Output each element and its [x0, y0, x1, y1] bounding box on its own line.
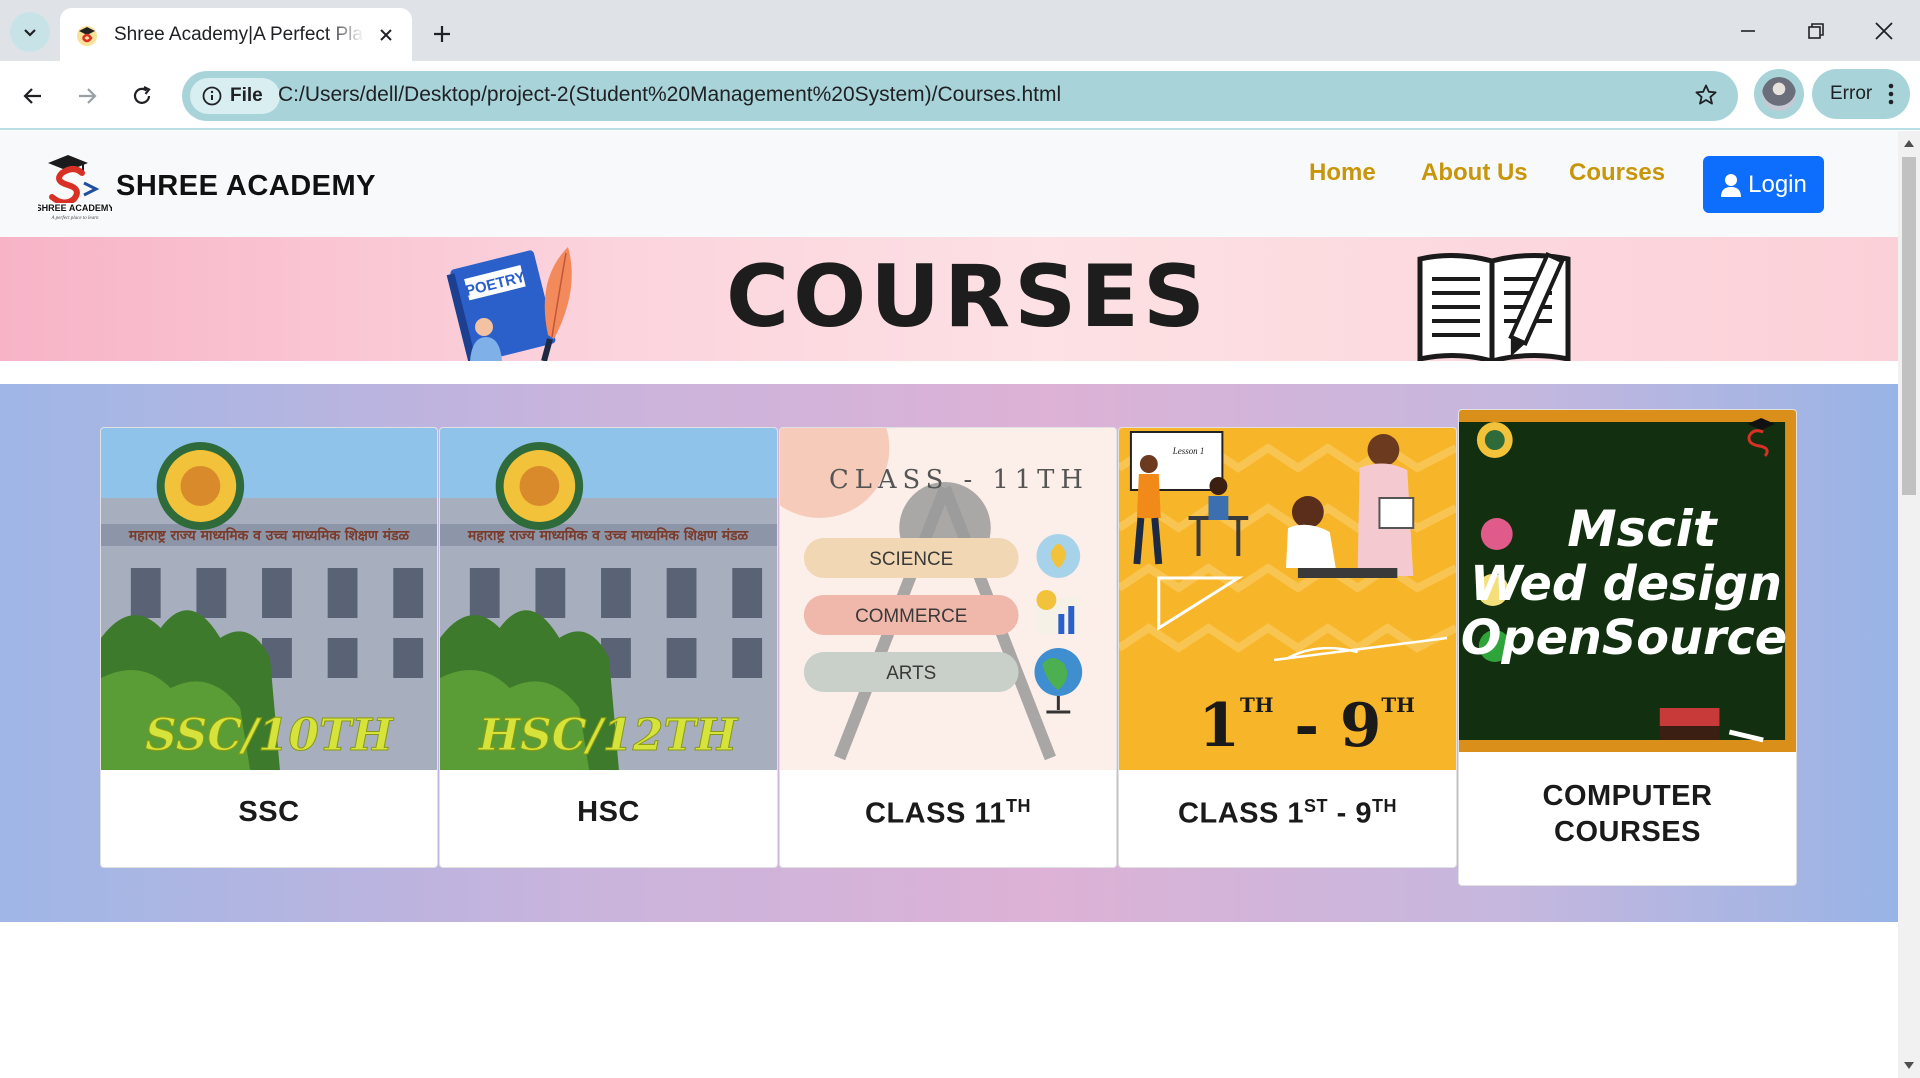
login-label: Login — [1748, 170, 1807, 198]
course-card-ssc[interactable]: महाराष्ट्र राज्य माध्यमिक व उच्च माध्यमि… — [100, 427, 438, 868]
svg-text:CLASS - 11TH: CLASS - 11TH — [829, 465, 1089, 495]
svg-text:महाराष्ट्र राज्य माध्यमिक व उच: महाराष्ट्र राज्य माध्यमिक व उच्च माध्यमि… — [467, 527, 750, 544]
browser-toolbar: File C:/Users/dell/Desktop/project-2(Stu… — [0, 61, 1920, 130]
browser-tab[interactable]: Shree Academy|A Perfect Place — [60, 8, 412, 61]
bookmark-star-icon[interactable] — [1694, 83, 1718, 111]
page-viewport: SHREE ACADEMY A perfect place to learn S… — [0, 131, 1898, 1078]
page-scrollbar[interactable] — [1898, 131, 1920, 1078]
course-title-hsc: HSC — [577, 796, 640, 828]
scroll-thumb[interactable] — [1902, 157, 1916, 495]
info-icon — [202, 86, 222, 106]
ssc-board-building-image: महाराष्ट्र राज्य माध्यमिक व उच्च माध्यमि… — [101, 428, 437, 770]
class-1-9-classroom-image: Lesson 1 1TH - 9TH — [1119, 428, 1456, 770]
url-text[interactable]: C:/Users/dell/Desktop/project-2(Student%… — [278, 83, 1061, 107]
course-card-class-1-9[interactable]: Lesson 1 1TH - 9TH CLASS 1ST - 9TH — [1118, 427, 1457, 868]
academy-favicon-icon — [77, 25, 97, 46]
close-window-button[interactable] — [1850, 0, 1918, 61]
profile-error-button[interactable]: Error — [1812, 69, 1910, 119]
svg-text:SHREE ACADEMY: SHREE ACADEMY — [38, 203, 112, 213]
tab-search-button[interactable] — [10, 12, 50, 52]
svg-text:Lesson 1: Lesson 1 — [1172, 446, 1205, 456]
new-tab-button[interactable] — [420, 12, 464, 56]
nav-link-courses[interactable]: Courses — [1569, 159, 1665, 187]
scroll-down-arrow-icon[interactable] — [1903, 1060, 1915, 1072]
open-book-pencil-illustration — [1417, 251, 1571, 361]
course-title-class-1-9: CLASS 1ST - 9TH — [1178, 796, 1397, 830]
course-title-class-11: CLASS 11TH — [865, 796, 1031, 830]
chevron-down-icon — [24, 29, 36, 37]
svg-text:OpenSource: OpenSource — [1461, 611, 1787, 666]
scroll-up-arrow-icon[interactable] — [1903, 137, 1915, 149]
kebab-menu-icon[interactable] — [1888, 82, 1894, 106]
svg-text:महाराष्ट्र राज्य माध्यमिक व उच: महाराष्ट्र राज्य माध्यमिक व उच्च माध्यमि… — [128, 527, 411, 544]
poetry-book-illustration: POETRY — [446, 247, 572, 361]
back-button[interactable] — [11, 74, 55, 118]
plus-icon — [434, 26, 450, 42]
tab-title: Shree Academy|A Perfect Place — [114, 23, 364, 45]
forward-button[interactable] — [65, 74, 109, 118]
site-navbar: SHREE ACADEMY A perfect place to learn S… — [0, 131, 1898, 237]
svg-text:COMMERCE: COMMERCE — [855, 606, 967, 627]
profile-error-label: Error — [1830, 83, 1873, 104]
reload-icon — [133, 86, 151, 104]
class-11-streams-image: CLASS - 11TH SCIENCE COMMERCE ARTS — [780, 428, 1116, 770]
address-bar[interactable]: File C:/Users/dell/Desktop/project-2(Stu… — [182, 71, 1738, 121]
arrow-right-icon — [79, 88, 97, 104]
login-button[interactable]: Login — [1703, 156, 1824, 213]
arrow-left-icon — [23, 88, 41, 104]
restore-button[interactable] — [1782, 0, 1850, 61]
course-title-computer: COMPUTER COURSES — [1542, 780, 1713, 848]
course-card-class-11[interactable]: CLASS - 11TH SCIENCE COMMERCE ARTS CLASS… — [779, 427, 1117, 868]
svg-text:Mscit: Mscit — [1567, 500, 1718, 558]
nav-link-home[interactable]: Home — [1309, 159, 1376, 187]
svg-text:A perfect place to learn: A perfect place to learn — [50, 216, 99, 221]
banner-title: COURSES — [726, 247, 1209, 347]
reload-button[interactable] — [120, 74, 164, 118]
minimize-icon — [1741, 29, 1755, 32]
profile-button[interactable] — [1754, 69, 1804, 119]
tab-close-icon[interactable] — [374, 23, 398, 47]
courses-section: महाराष्ट्र राज्य माध्यमिक व उच्च माध्यमि… — [0, 384, 1898, 922]
site-info-chip[interactable]: File — [190, 78, 280, 114]
svg-text:HSC/12TH: HSC/12TH — [477, 710, 739, 761]
restore-icon — [1808, 22, 1824, 39]
brand-link[interactable]: SHREE ACADEMY A perfect place to learn S… — [38, 151, 376, 221]
close-icon — [1875, 21, 1893, 40]
svg-text:SSC/10TH: SSC/10TH — [145, 710, 394, 761]
course-card-hsc[interactable]: महाराष्ट्र राज्य माध्यमिक व उच्च माध्यमि… — [439, 427, 778, 868]
hsc-board-building-image: महाराष्ट्र राज्य माध्यमिक व उच्च माध्यमि… — [440, 428, 777, 770]
course-card-computer[interactable]: Mscit Wed design OpenSource COMPUTER COUR… — [1458, 409, 1797, 886]
browser-tabbar: Shree Academy|A Perfect Place — [0, 0, 1920, 61]
course-title-ssc: SSC — [238, 796, 300, 828]
avatar — [1762, 77, 1796, 111]
site-info-label: File — [230, 85, 263, 106]
svg-text:ARTS: ARTS — [886, 663, 936, 684]
nav-link-about[interactable]: About Us — [1421, 159, 1528, 187]
computer-courses-chalkboard-image: Mscit Wed design OpenSource — [1459, 410, 1796, 752]
courses-banner: POETRY COURSES — [0, 237, 1898, 361]
svg-text:Wed design: Wed design — [1470, 557, 1782, 612]
user-icon — [1721, 173, 1742, 197]
minimize-button[interactable] — [1714, 0, 1782, 61]
shree-academy-logo: SHREE ACADEMY A perfect place to learn — [38, 155, 112, 221]
brand-name: SHREE ACADEMY — [116, 169, 377, 202]
svg-text:SCIENCE: SCIENCE — [869, 549, 953, 570]
